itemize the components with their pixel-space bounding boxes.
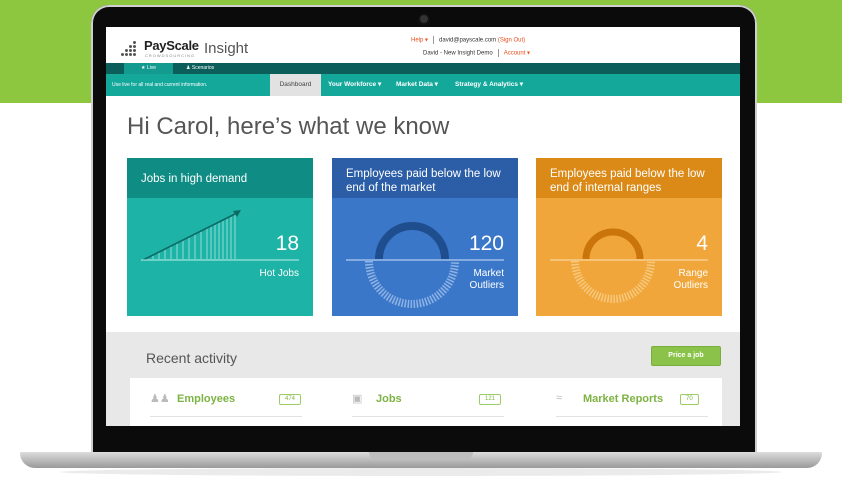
mode-bar: ★ Live ♟ Scenarios (106, 63, 740, 74)
account-menu[interactable]: Account ▾ (504, 51, 530, 57)
app-header: PayScale CROWDSOURCING Insight Help ▾ dav… (106, 27, 740, 63)
main-nav: Use live for all real and current inform… (106, 74, 740, 96)
card-header: Jobs in high demand (127, 158, 313, 198)
laptop-notch (369, 452, 473, 459)
recent-activity-title: Recent activity (146, 350, 238, 366)
mode-info-text: Use live for all real and current inform… (112, 82, 208, 88)
card-label: Hot Jobs (259, 268, 299, 279)
card-value: 120 (468, 232, 504, 255)
help-menu[interactable]: Help ▾ (411, 38, 428, 44)
people-icon: ♟♟ (150, 393, 170, 405)
sign-out-link[interactable]: (Sign Out) (498, 38, 525, 44)
card-jobs-high-demand[interactable]: Jobs in high demand 18 Hot Jobs (127, 158, 313, 316)
payscale-logo-icon (121, 41, 141, 57)
product-name: Insight (204, 40, 249, 57)
camera (420, 15, 428, 23)
card-body: 120 Market Outliers (332, 198, 518, 316)
tab-live[interactable]: ★ Live (124, 63, 173, 74)
count-badge: 121 (479, 394, 502, 405)
card-value: 4 (696, 232, 708, 255)
tab-scenarios[interactable]: ♟ Scenarios (186, 63, 214, 74)
recent-label[interactable]: Jobs (376, 393, 402, 405)
trend-icon: ≈ (556, 392, 563, 404)
range-gauge-icon (346, 222, 504, 308)
briefcase-icon: ▣ (352, 393, 363, 405)
card-label: Market Outliers (469, 268, 504, 291)
trend-chart-icon (141, 210, 299, 261)
account-name: David - New Insight Demo (423, 50, 493, 57)
laptop-base (20, 452, 822, 468)
card-title: Employees paid below the low end of the … (346, 168, 501, 194)
count-badge: 474 (279, 394, 302, 405)
app-screen: PayScale CROWDSOURCING Insight Help ▾ dav… (106, 27, 740, 426)
card-title: Employees paid below the low end of inte… (550, 168, 705, 194)
card-title: Jobs in high demand (141, 173, 248, 185)
tab-your-workforce[interactable]: Your Workforce ▾ (328, 74, 381, 96)
recent-label[interactable]: Employees (177, 393, 235, 405)
card-header: Employees paid below the low end of inte… (536, 158, 722, 198)
recent-activity-panel: ♟♟ Employees 474 ▣ Jobs 121 ≈ Market Rep… (130, 378, 722, 426)
card-label: Range Outliers (673, 268, 708, 291)
tab-market-data[interactable]: Market Data ▾ (396, 74, 438, 96)
card-range-outliers[interactable]: Employees paid below the low end of inte… (536, 158, 722, 316)
price-a-job-button[interactable]: Price a job (651, 346, 721, 366)
tab-dashboard[interactable]: Dashboard (270, 74, 321, 96)
count-badge: 70 (680, 394, 699, 405)
logo-subtext: CROWDSOURCING (145, 53, 196, 58)
laptop-shadow (60, 468, 782, 476)
user-email: david@payscale.com (439, 37, 497, 44)
page-title: Hi Carol, here’s what we know (127, 113, 450, 140)
recent-label[interactable]: Market Reports (583, 393, 663, 405)
tab-strategy-analytics[interactable]: Strategy & Analytics ▾ (455, 74, 523, 96)
card-body: 4 Range Outliers (536, 198, 722, 316)
card-value: 18 (275, 232, 299, 255)
card-header: Employees paid below the low end of the … (332, 158, 518, 198)
range-gauge-icon (550, 228, 708, 303)
card-market-outliers[interactable]: Employees paid below the low end of the … (332, 158, 518, 316)
card-body: 18 Hot Jobs (127, 198, 313, 316)
logo-text[interactable]: PayScale (144, 38, 199, 53)
